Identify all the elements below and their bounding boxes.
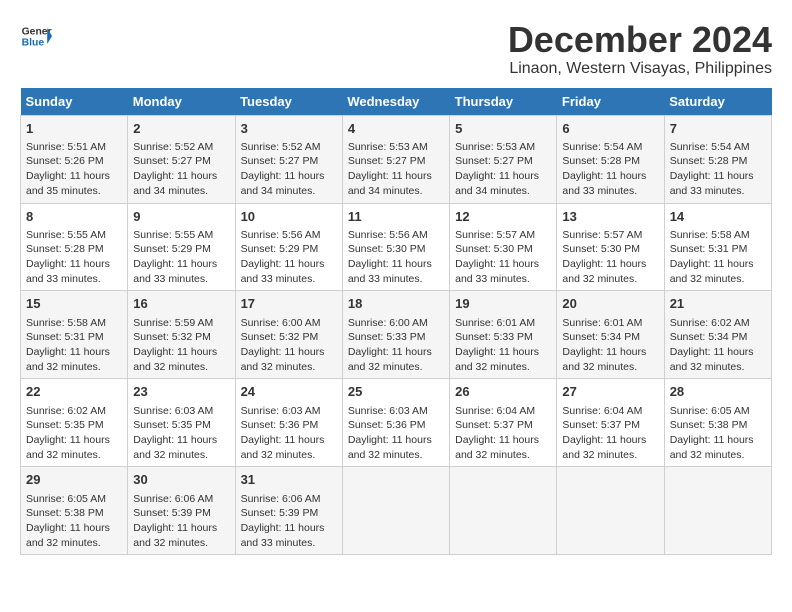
table-row: 30Sunrise: 6:06 AMSunset: 5:39 PMDayligh… xyxy=(128,467,235,555)
table-row: 7Sunrise: 5:54 AMSunset: 5:28 PMDaylight… xyxy=(664,115,771,203)
table-row: 21Sunrise: 6:02 AMSunset: 5:34 PMDayligh… xyxy=(664,291,771,379)
table-row: 10Sunrise: 5:56 AMSunset: 5:29 PMDayligh… xyxy=(235,203,342,291)
table-row: 22Sunrise: 6:02 AMSunset: 5:35 PMDayligh… xyxy=(21,379,128,467)
table-row: 26Sunrise: 6:04 AMSunset: 5:37 PMDayligh… xyxy=(450,379,557,467)
table-row: 9Sunrise: 5:55 AMSunset: 5:29 PMDaylight… xyxy=(128,203,235,291)
table-row: 13Sunrise: 5:57 AMSunset: 5:30 PMDayligh… xyxy=(557,203,664,291)
table-row: 27Sunrise: 6:04 AMSunset: 5:37 PMDayligh… xyxy=(557,379,664,467)
table-row: 5Sunrise: 5:53 AMSunset: 5:27 PMDaylight… xyxy=(450,115,557,203)
header-row: Sunday Monday Tuesday Wednesday Thursday… xyxy=(21,88,772,116)
table-row: 18Sunrise: 6:00 AMSunset: 5:33 PMDayligh… xyxy=(342,291,449,379)
col-saturday: Saturday xyxy=(664,88,771,116)
table-row: 25Sunrise: 6:03 AMSunset: 5:36 PMDayligh… xyxy=(342,379,449,467)
table-row: 8Sunrise: 5:55 AMSunset: 5:28 PMDaylight… xyxy=(21,203,128,291)
table-row: 14Sunrise: 5:58 AMSunset: 5:31 PMDayligh… xyxy=(664,203,771,291)
table-row: 4Sunrise: 5:53 AMSunset: 5:27 PMDaylight… xyxy=(342,115,449,203)
col-monday: Monday xyxy=(128,88,235,116)
table-row: 17Sunrise: 6:00 AMSunset: 5:32 PMDayligh… xyxy=(235,291,342,379)
calendar-table: Sunday Monday Tuesday Wednesday Thursday… xyxy=(20,88,772,556)
table-row xyxy=(557,467,664,555)
table-row: 15Sunrise: 5:58 AMSunset: 5:31 PMDayligh… xyxy=(21,291,128,379)
logo: General Blue xyxy=(20,20,52,52)
col-wednesday: Wednesday xyxy=(342,88,449,116)
table-row: 19Sunrise: 6:01 AMSunset: 5:33 PMDayligh… xyxy=(450,291,557,379)
table-row: 20Sunrise: 6:01 AMSunset: 5:34 PMDayligh… xyxy=(557,291,664,379)
table-row: 6Sunrise: 5:54 AMSunset: 5:28 PMDaylight… xyxy=(557,115,664,203)
table-row: 11Sunrise: 5:56 AMSunset: 5:30 PMDayligh… xyxy=(342,203,449,291)
col-friday: Friday xyxy=(557,88,664,116)
col-tuesday: Tuesday xyxy=(235,88,342,116)
title-area: December 2024 Linaon, Western Visayas, P… xyxy=(508,20,772,78)
subtitle: Linaon, Western Visayas, Philippines xyxy=(508,60,772,78)
table-row: 3Sunrise: 5:52 AMSunset: 5:27 PMDaylight… xyxy=(235,115,342,203)
table-row: 23Sunrise: 6:03 AMSunset: 5:35 PMDayligh… xyxy=(128,379,235,467)
table-row: 24Sunrise: 6:03 AMSunset: 5:36 PMDayligh… xyxy=(235,379,342,467)
table-row: 31Sunrise: 6:06 AMSunset: 5:39 PMDayligh… xyxy=(235,467,342,555)
header: General Blue December 2024 Linaon, Weste… xyxy=(20,20,772,78)
main-title: December 2024 xyxy=(508,20,772,60)
col-sunday: Sunday xyxy=(21,88,128,116)
table-row: 1Sunrise: 5:51 AMSunset: 5:26 PMDaylight… xyxy=(21,115,128,203)
logo-icon: General Blue xyxy=(20,20,52,52)
table-row: 12Sunrise: 5:57 AMSunset: 5:30 PMDayligh… xyxy=(450,203,557,291)
table-row: 29Sunrise: 6:05 AMSunset: 5:38 PMDayligh… xyxy=(21,467,128,555)
table-row xyxy=(664,467,771,555)
table-row: 28Sunrise: 6:05 AMSunset: 5:38 PMDayligh… xyxy=(664,379,771,467)
table-row: 16Sunrise: 5:59 AMSunset: 5:32 PMDayligh… xyxy=(128,291,235,379)
table-row: 2Sunrise: 5:52 AMSunset: 5:27 PMDaylight… xyxy=(128,115,235,203)
table-row xyxy=(450,467,557,555)
col-thursday: Thursday xyxy=(450,88,557,116)
table-row xyxy=(342,467,449,555)
svg-text:Blue: Blue xyxy=(22,38,45,49)
